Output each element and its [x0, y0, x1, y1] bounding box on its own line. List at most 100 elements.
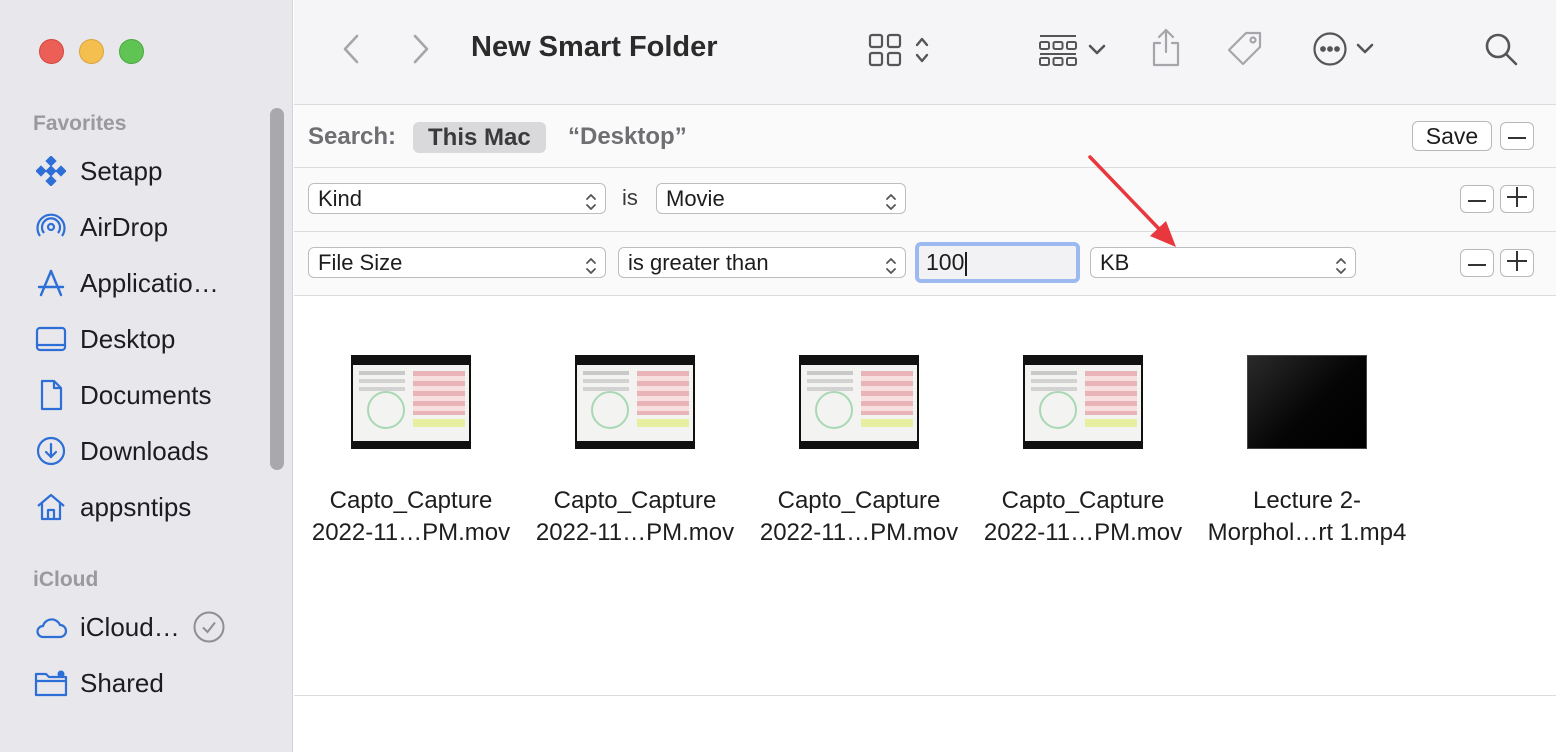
sidebar-item-desktop[interactable]: Desktop: [33, 319, 263, 359]
sidebar: Favorites Setapp AirDrop Applicatio… Des…: [0, 0, 293, 752]
size-unit-value: KB: [1100, 250, 1130, 275]
attribute-popup[interactable]: File Size: [308, 247, 606, 278]
sidebar-item-label: Downloads: [80, 435, 209, 466]
download-icon: [33, 433, 69, 469]
remove-criterion-button[interactable]: [1460, 249, 1494, 277]
attribute-popup[interactable]: Kind: [308, 183, 606, 214]
group-icon: [1038, 33, 1078, 72]
zoom-window-button[interactable]: [119, 39, 144, 64]
scope-desktop-button[interactable]: “Desktop”: [568, 123, 687, 151]
file-name: Capto_Capture 2022-11…PM.mov: [983, 487, 1183, 546]
file-size-value: 100: [926, 249, 965, 275]
sidebar-item-documents[interactable]: Documents: [33, 375, 263, 415]
icloud-section-title: iCloud: [33, 568, 99, 591]
chevron-right-icon: [412, 33, 430, 70]
text-caret: [965, 251, 968, 276]
chevron-updown-icon: [914, 35, 930, 70]
forward-button[interactable]: [406, 33, 436, 69]
shared-folder-icon: [33, 665, 69, 701]
more-actions-button[interactable]: [1310, 31, 1376, 71]
plus-icon: [1507, 186, 1527, 212]
file-item[interactable]: Capto_Capture 2022-11…PM.mov: [523, 355, 747, 549]
tag-icon: [1225, 29, 1265, 74]
chevron-left-icon: [342, 33, 360, 70]
chevron-down-icon: [1356, 42, 1374, 60]
sync-complete-icon: [192, 610, 226, 649]
sidebar-item-label: AirDrop: [80, 211, 169, 242]
close-window-button[interactable]: [39, 39, 64, 64]
document-icon: [33, 377, 69, 413]
sidebar-item-label: appsntips: [80, 491, 192, 522]
setapp-icon: [33, 153, 69, 189]
criteria-row-file-size: File Size is greater than 100 KB: [294, 232, 1556, 296]
sidebar-item-home[interactable]: appsntips: [33, 487, 263, 527]
sidebar-item-airdrop[interactable]: AirDrop: [33, 207, 263, 247]
file-name: Lecture 2- Morphol…rt 1.mp4: [1207, 487, 1407, 546]
video-thumbnail: [1023, 355, 1143, 449]
operator-popup[interactable]: is greater than: [618, 247, 906, 278]
sidebar-item-label: Shared: [80, 667, 164, 698]
airdrop-icon: [33, 209, 69, 245]
view-mode-button[interactable]: [859, 33, 939, 71]
sidebar-item-icloud-drive[interactable]: iCloud…: [33, 607, 263, 647]
video-thumbnail: [799, 355, 919, 449]
file-name: Capto_Capture 2022-11…PM.mov: [759, 487, 959, 546]
add-criterion-button[interactable]: [1500, 249, 1534, 277]
operator-value: is greater than: [628, 250, 769, 275]
add-criterion-button[interactable]: [1500, 185, 1534, 213]
toolbar: New Smart Folder: [294, 0, 1556, 105]
window-title: New Smart Folder: [471, 31, 718, 63]
sidebar-item-label: Applicatio…: [80, 267, 219, 298]
minus-icon: [1508, 127, 1526, 145]
sidebar-item-shared[interactable]: Shared: [33, 663, 263, 703]
favorites-section-title: Favorites: [33, 112, 127, 135]
search-icon: [1483, 31, 1519, 72]
tag-button[interactable]: [1224, 30, 1266, 72]
sidebar-item-setapp[interactable]: Setapp: [33, 151, 263, 191]
applications-icon: [33, 265, 69, 301]
chevron-down-icon: [1088, 43, 1106, 61]
sidebar-item-label: Desktop: [80, 323, 176, 354]
file-item[interactable]: Capto_Capture 2022-11…PM.mov: [299, 355, 523, 549]
video-thumbnail: [351, 355, 471, 449]
group-by-button[interactable]: [1034, 33, 1110, 71]
video-thumbnail: [575, 355, 695, 449]
attribute-value: Kind: [318, 186, 363, 211]
kind-value: Movie: [666, 186, 725, 211]
file-item[interactable]: Lecture 2- Morphol…rt 1.mp4: [1195, 355, 1419, 549]
search-button[interactable]: [1482, 32, 1520, 70]
save-button[interactable]: Save: [1412, 121, 1492, 151]
operator-label: is: [622, 185, 638, 210]
icon-grid-icon: [868, 33, 902, 72]
file-item[interactable]: Capto_Capture 2022-11…PM.mov: [971, 355, 1195, 549]
minus-icon: [1468, 254, 1486, 272]
scope-this-mac-button[interactable]: This Mac: [413, 122, 546, 153]
back-button[interactable]: [336, 33, 366, 69]
search-scope-bar: Search: This Mac “Desktop” Save: [294, 105, 1556, 168]
share-icon: [1150, 27, 1182, 74]
cloud-icon: [33, 609, 69, 645]
file-name: Capto_Capture 2022-11…PM.mov: [535, 487, 735, 546]
sidebar-item-applications[interactable]: Applicatio…: [33, 263, 263, 303]
minimize-window-button[interactable]: [79, 39, 104, 64]
desktop-icon: [33, 321, 69, 357]
attribute-value: File Size: [318, 250, 403, 275]
file-size-input[interactable]: 100: [915, 242, 1080, 283]
plus-icon: [1507, 250, 1527, 276]
remove-criterion-button[interactable]: [1460, 185, 1494, 213]
size-unit-popup[interactable]: KB: [1090, 247, 1356, 278]
chevron-updown-icon: [885, 254, 897, 283]
sidebar-scrollbar[interactable]: [270, 108, 284, 470]
search-label: Search:: [308, 123, 397, 150]
sidebar-item-downloads[interactable]: Downloads: [33, 431, 263, 471]
chevron-updown-icon: [585, 190, 597, 219]
video-thumbnail: [1247, 355, 1367, 449]
chevron-updown-icon: [1335, 254, 1347, 283]
chevron-updown-icon: [885, 190, 897, 219]
file-item[interactable]: Capto_Capture 2022-11…PM.mov: [747, 355, 971, 549]
kind-value-popup[interactable]: Movie: [656, 183, 906, 214]
sidebar-item-label: Documents: [80, 379, 212, 410]
remove-search-button[interactable]: [1500, 122, 1534, 150]
home-icon: [33, 489, 69, 525]
share-button[interactable]: [1150, 28, 1182, 72]
